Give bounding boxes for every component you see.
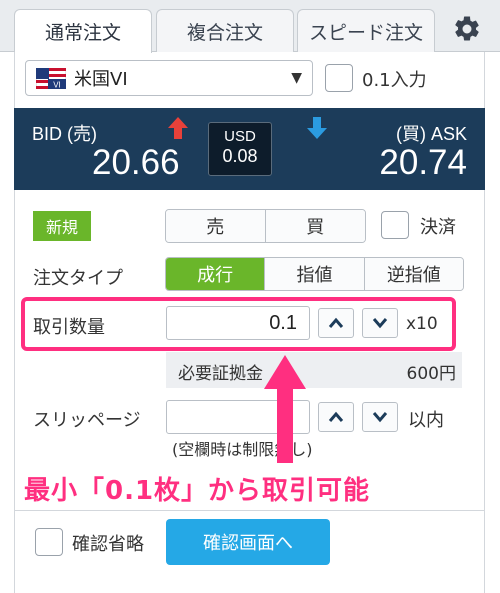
confirm-button[interactable]: 確認画面へ bbox=[166, 519, 330, 565]
bid-price[interactable]: 20.66 bbox=[92, 143, 180, 183]
order-type-stop[interactable]: 逆指値 bbox=[364, 258, 463, 290]
sell-button[interactable]: 売 bbox=[166, 210, 266, 242]
tab-compound-order[interactable]: 複合注文 bbox=[156, 9, 294, 52]
us-flag-icon: VI bbox=[36, 67, 66, 89]
bid-label: BID (売) bbox=[32, 124, 97, 144]
quantity-multiplier: x10 bbox=[406, 314, 438, 334]
gear-icon[interactable] bbox=[452, 14, 482, 44]
order-type-limit[interactable]: 指値 bbox=[265, 258, 365, 290]
arrow-up-icon bbox=[168, 117, 188, 139]
quantity-increase-button[interactable] bbox=[318, 308, 354, 338]
annotation-callout: 最小「0.1枚」から取引可能 bbox=[24, 476, 371, 506]
side-toggle: 売 買 bbox=[165, 209, 366, 243]
required-margin-value: 600円 bbox=[406, 364, 456, 384]
price-panel: BID (売) 20.66 USD 0.08 (買) ASK 20.74 bbox=[14, 108, 485, 190]
buy-button[interactable]: 買 bbox=[265, 210, 365, 242]
chevron-down-icon bbox=[372, 318, 388, 329]
slippage-unit: 以内 bbox=[408, 410, 444, 431]
arrow-down-icon bbox=[307, 117, 327, 139]
annotation-arrow-icon bbox=[264, 355, 306, 463]
quantity-input[interactable]: 0.1 bbox=[166, 306, 310, 340]
footer-divider bbox=[14, 510, 485, 511]
symbol-select[interactable]: VI 米国VI ▼ bbox=[25, 60, 313, 96]
new-order-badge: 新規 bbox=[33, 211, 91, 241]
order-type-market[interactable]: 成行 bbox=[166, 258, 266, 290]
slippage-decrease-button[interactable] bbox=[362, 402, 398, 432]
required-margin-label: 必要証拠金 bbox=[178, 364, 263, 384]
order-type-toggle: 成行 指値 逆指値 bbox=[165, 257, 464, 291]
ask-price[interactable]: 20.74 bbox=[379, 143, 467, 183]
settle-checkbox[interactable] bbox=[381, 211, 409, 239]
tab-speed-order[interactable]: スピード注文 bbox=[297, 9, 435, 52]
slippage-label: スリッページ bbox=[33, 410, 141, 431]
skip-confirm-checkbox[interactable] bbox=[35, 528, 63, 556]
order-tabs: 通常注文 複合注文 スピード注文 bbox=[0, 0, 500, 53]
required-margin-row: 必要証拠金 600円 bbox=[166, 352, 462, 388]
symbol-name: 米国VI bbox=[74, 69, 128, 90]
slippage-increase-button[interactable] bbox=[318, 402, 354, 432]
settle-label: 決済 bbox=[420, 217, 456, 238]
spread-value: 0.08 bbox=[222, 146, 258, 166]
skip-confirm-label: 確認省略 bbox=[72, 534, 144, 555]
chevron-up-icon bbox=[328, 317, 344, 328]
quantity-decrease-button[interactable] bbox=[362, 308, 398, 338]
chevron-down-icon bbox=[372, 412, 388, 423]
spread-currency: USD bbox=[224, 128, 256, 145]
decimal-input-label: 0.1入力 bbox=[362, 70, 427, 91]
quantity-label: 取引数量 bbox=[33, 317, 105, 338]
chevron-down-icon: ▼ bbox=[291, 70, 302, 86]
tab-normal-order[interactable]: 通常注文 bbox=[14, 9, 152, 53]
spread-box: USD 0.08 bbox=[208, 122, 272, 176]
chevron-up-icon bbox=[328, 411, 344, 422]
decimal-input-checkbox[interactable] bbox=[325, 64, 353, 92]
flag-text: VI bbox=[53, 80, 61, 89]
order-type-label: 注文タイプ bbox=[33, 268, 123, 289]
